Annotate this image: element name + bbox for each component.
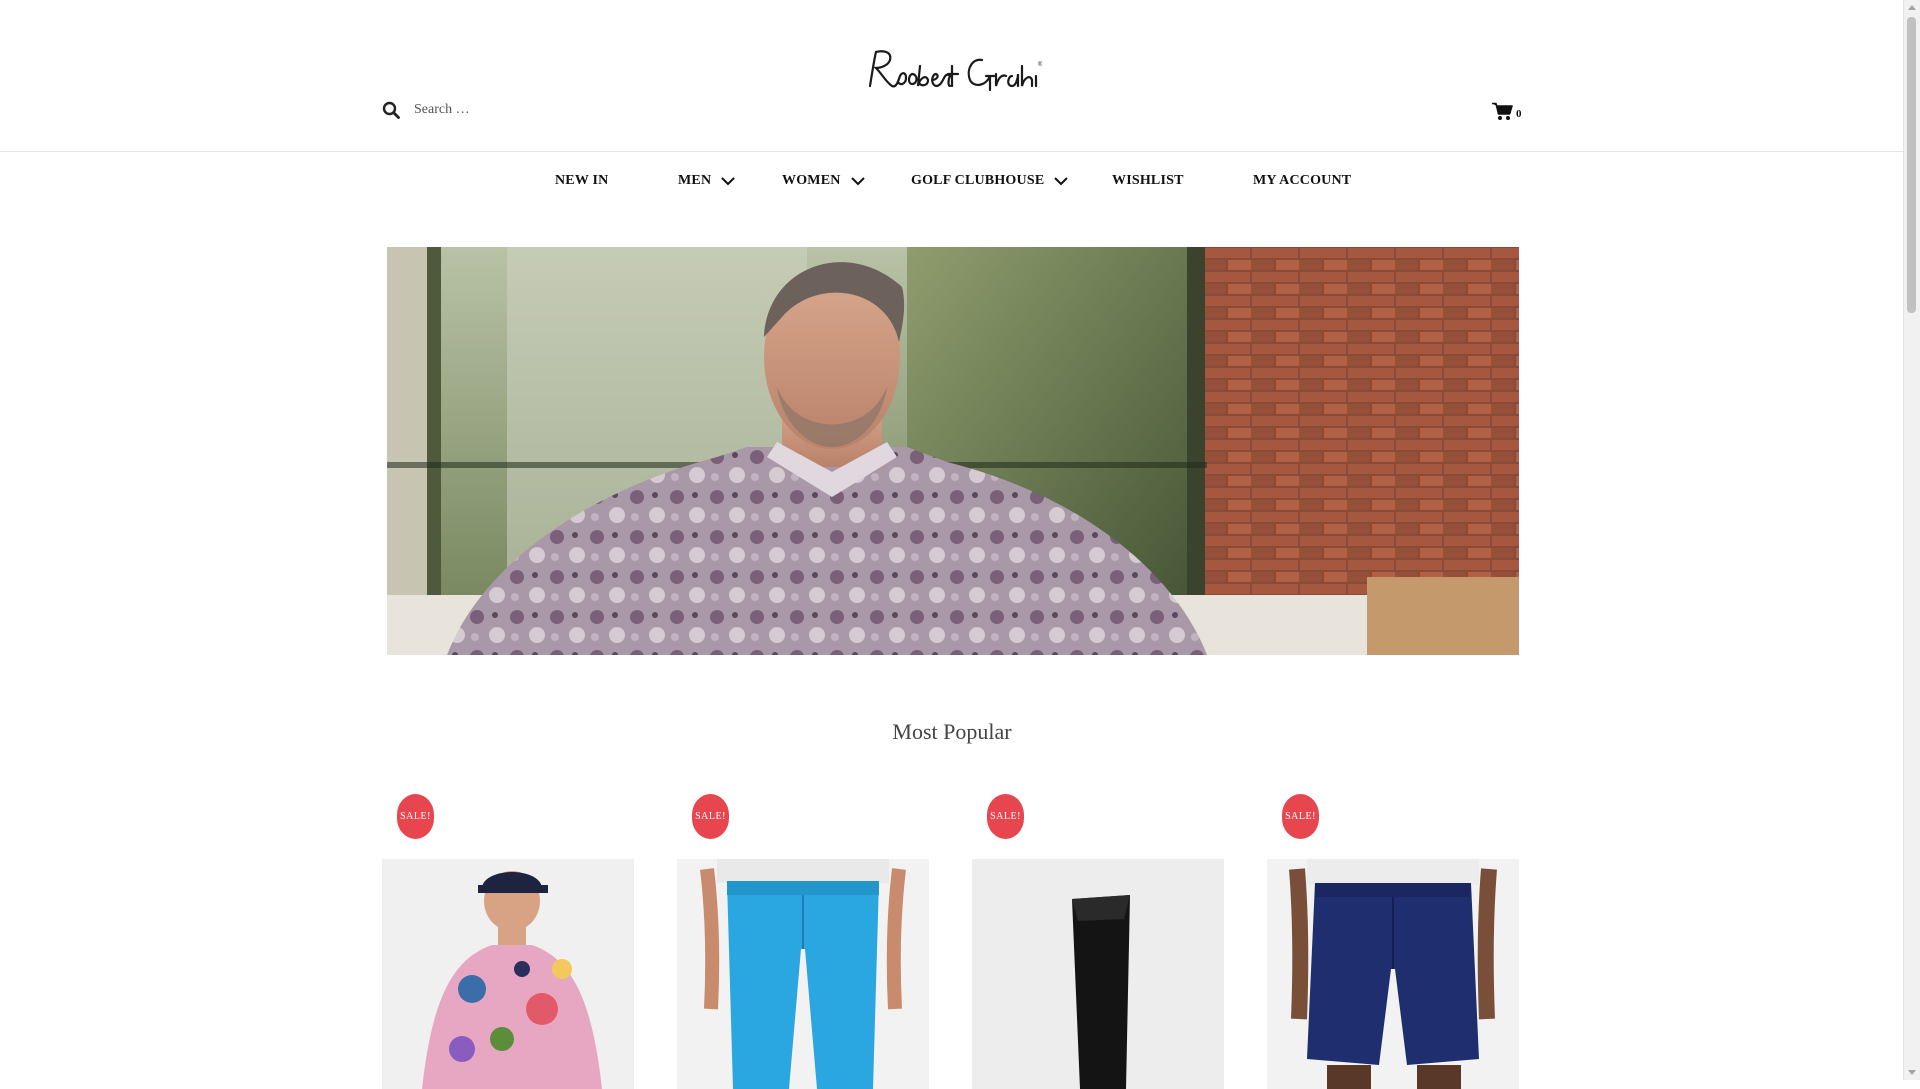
product-image[interactable] [677, 859, 929, 1089]
chevron-down-icon[interactable] [721, 176, 735, 186]
search-input[interactable] [414, 102, 654, 118]
product-card[interactable]: SALE! [677, 794, 929, 1089]
nav-item-golf-clubhouse[interactable]: GOLF CLUBHOUSE [911, 173, 1069, 189]
product-card[interactable]: SALE! [972, 794, 1224, 1089]
product-image[interactable] [1267, 859, 1519, 1089]
cart-count: 0 [1516, 108, 1522, 120]
brand-logo[interactable]: ® [862, 46, 1042, 94]
sale-badge: SALE! [692, 794, 729, 839]
black-tie-image [972, 859, 1224, 1089]
scroll-up-arrow-icon[interactable] [1908, 5, 1916, 10]
blue-pants-image [677, 859, 929, 1089]
hero-banner[interactable] [387, 247, 1519, 655]
product-card[interactable]: SALE! [1267, 794, 1519, 1089]
chevron-down-icon[interactable] [1054, 176, 1069, 186]
search-bar [382, 101, 654, 119]
page-scrollbar[interactable] [1903, 0, 1920, 1080]
sale-badge: SALE! [1282, 794, 1319, 839]
nav-label: WOMEN [782, 173, 841, 188]
sale-badge: SALE! [987, 794, 1024, 839]
nav-label: MY ACCOUNT [1253, 173, 1352, 188]
shopping-cart-icon [1492, 102, 1513, 120]
nav-label: WISHLIST [1112, 173, 1184, 188]
svg-text:®: ® [1038, 61, 1042, 68]
nav-label: NEW IN [555, 173, 609, 188]
nav-item-men[interactable]: MEN [678, 173, 735, 189]
nav-item-wishlist[interactable]: WISHLIST [1112, 173, 1184, 189]
nav-item-new-in[interactable]: NEW IN [555, 173, 608, 189]
scroll-thumb[interactable] [1907, 17, 1916, 313]
search-icon[interactable] [382, 101, 400, 119]
hero-image [387, 247, 1519, 655]
nav-item-women[interactable]: WOMEN [782, 173, 865, 189]
navy-shorts-image [1267, 859, 1519, 1089]
nav-item-my-account[interactable]: MY ACCOUNT [1253, 173, 1351, 189]
product-card[interactable]: SALE! [382, 794, 634, 1089]
nav-label: MEN [678, 173, 712, 188]
chevron-down-icon[interactable] [850, 176, 865, 186]
site-header: ® 0 [0, 0, 1904, 152]
nav-label: GOLF CLUBHOUSE [911, 173, 1045, 188]
product-image[interactable] [972, 859, 1224, 1089]
cart-link[interactable]: 0 [1492, 102, 1522, 121]
floral-polo-image [382, 859, 634, 1089]
product-image[interactable] [382, 859, 634, 1089]
main-nav: NEW IN MEN WOMEN GOLF CLUBHOUSE WISHLIST… [0, 151, 1904, 213]
scroll-down-arrow-icon[interactable] [1908, 1070, 1916, 1075]
sale-badge: SALE! [397, 794, 434, 839]
section-title-most-popular: Most Popular [892, 719, 1012, 744]
